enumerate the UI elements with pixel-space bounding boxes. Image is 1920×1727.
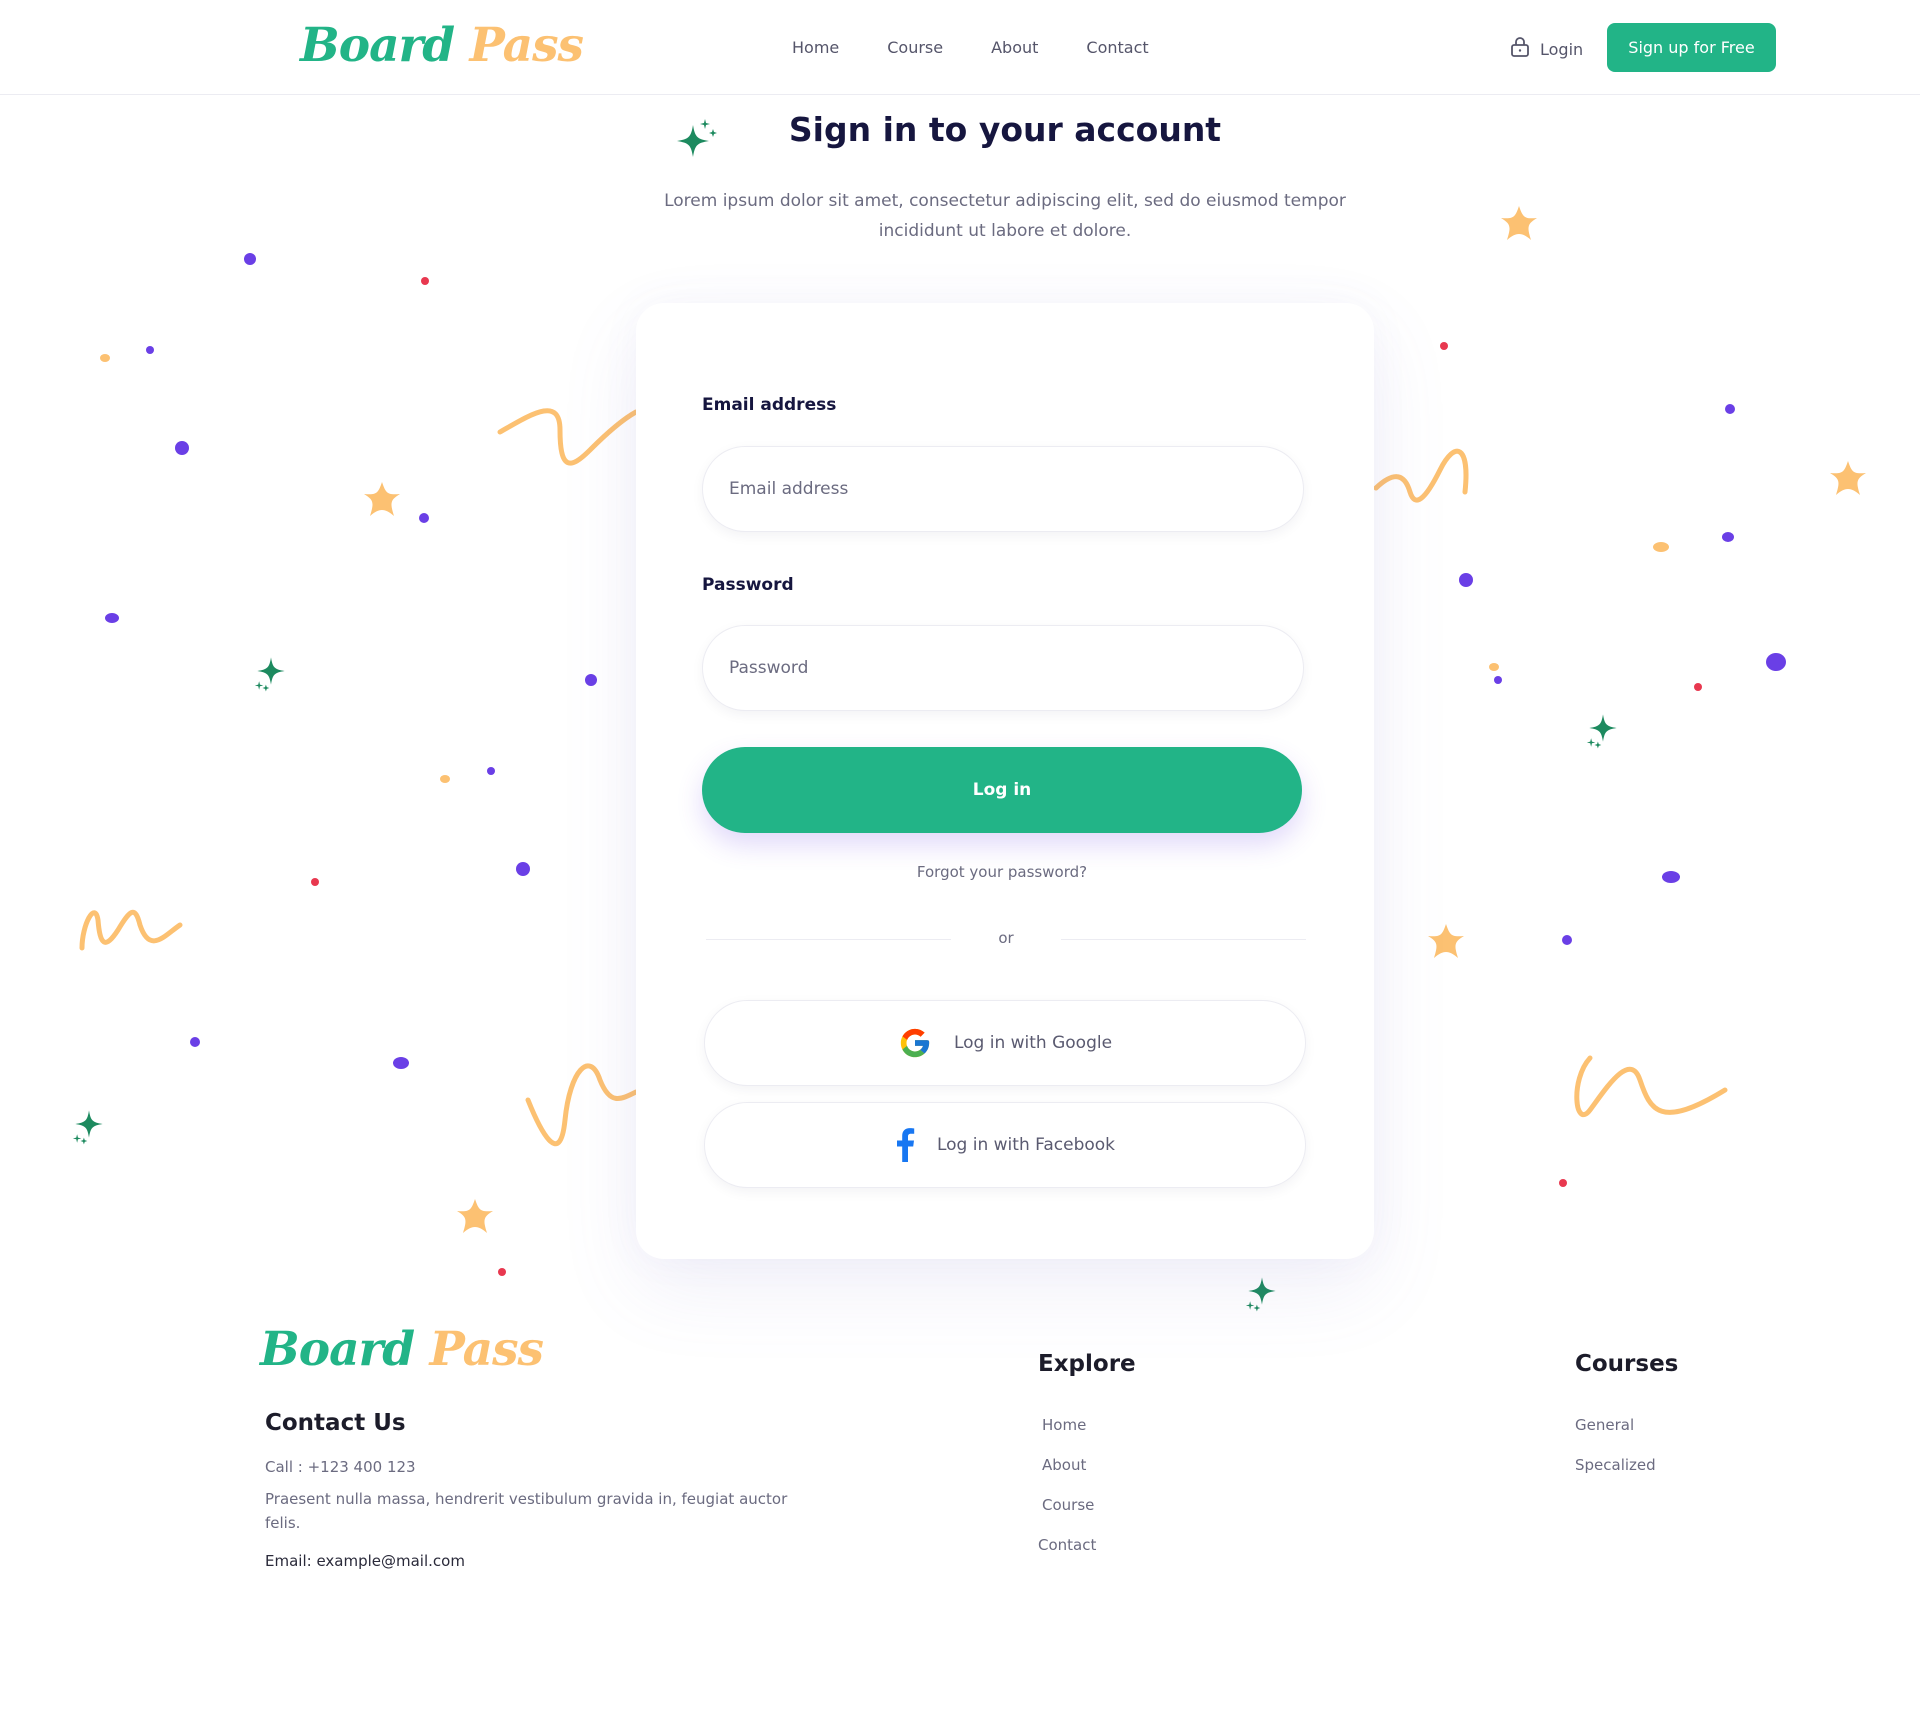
footer-link-specialized[interactable]: Specalized <box>1575 1456 1656 1496</box>
footer-description: Praesent nulla massa, hendrerit vestibul… <box>265 1490 788 1532</box>
login-label: Login <box>1540 39 1584 59</box>
footer-courses-list: General Specalized <box>1575 1416 1656 1496</box>
footer-link-contact[interactable]: Contact <box>1038 1536 1096 1576</box>
brand-word-1: Board <box>300 18 455 73</box>
nav-home[interactable]: Home <box>792 38 839 57</box>
email-label: Email address <box>702 395 837 415</box>
footer-phone: Call : +123 400 123 <box>265 1458 416 1476</box>
footer-link-course[interactable]: Course <box>1042 1496 1096 1536</box>
footer-brand-word-1: Board <box>260 1322 415 1377</box>
footer-contact-title: Contact Us <box>265 1410 406 1436</box>
google-icon <box>898 1026 932 1060</box>
footer-link-about[interactable]: About <box>1042 1456 1096 1496</box>
footer-brand-logo[interactable]: Board Pass <box>260 1322 544 1377</box>
login-card: Email address Password Log in Forgot you… <box>636 303 1374 1259</box>
brand-logo[interactable]: Board Pass <box>300 18 584 73</box>
footer-explore-title: Explore <box>1038 1351 1136 1377</box>
email-field[interactable] <box>702 446 1304 532</box>
divider-label: or <box>998 929 1014 947</box>
password-label: Password <box>702 575 794 595</box>
footer-brand-word-2: Pass <box>429 1322 544 1377</box>
footer-email: Email: example@mail.com <box>265 1552 465 1570</box>
or-divider: or <box>706 929 1306 949</box>
brand-word-2: Pass <box>469 18 584 73</box>
footer-link-general[interactable]: General <box>1575 1416 1656 1456</box>
nav-about[interactable]: About <box>991 38 1038 57</box>
nav-contact[interactable]: Contact <box>1086 38 1148 57</box>
facebook-login-label: Log in with Facebook <box>936 1135 1116 1155</box>
site-header: Board Pass Home Course About Contact Log… <box>0 0 1920 95</box>
google-login-label: Log in with Google <box>953 1033 1113 1053</box>
footer-link-home[interactable]: Home <box>1042 1416 1096 1456</box>
footer-explore-list: Home About Course Contact <box>1038 1416 1096 1576</box>
password-field[interactable] <box>702 625 1304 711</box>
login-link[interactable]: Login <box>1510 36 1583 62</box>
signup-button[interactable]: Sign up for Free <box>1607 23 1776 72</box>
forgot-password-link[interactable]: Forgot your password? <box>702 863 1302 881</box>
facebook-login-button[interactable]: Log in with Facebook <box>704 1102 1306 1188</box>
page-subtitle: Lorem ipsum dolor sit amet, consectetur … <box>664 191 1346 241</box>
google-login-button[interactable]: Log in with Google <box>704 1000 1306 1086</box>
divider-line-right <box>1061 939 1306 940</box>
login-button[interactable]: Log in <box>702 747 1302 833</box>
page-title: Sign in to your account <box>788 110 1222 149</box>
nav-course[interactable]: Course <box>887 38 943 57</box>
main-nav: Home Course About Contact <box>792 38 1149 57</box>
facebook-icon <box>895 1128 915 1162</box>
lock-icon <box>1510 36 1530 62</box>
footer-courses-title: Courses <box>1575 1351 1679 1377</box>
